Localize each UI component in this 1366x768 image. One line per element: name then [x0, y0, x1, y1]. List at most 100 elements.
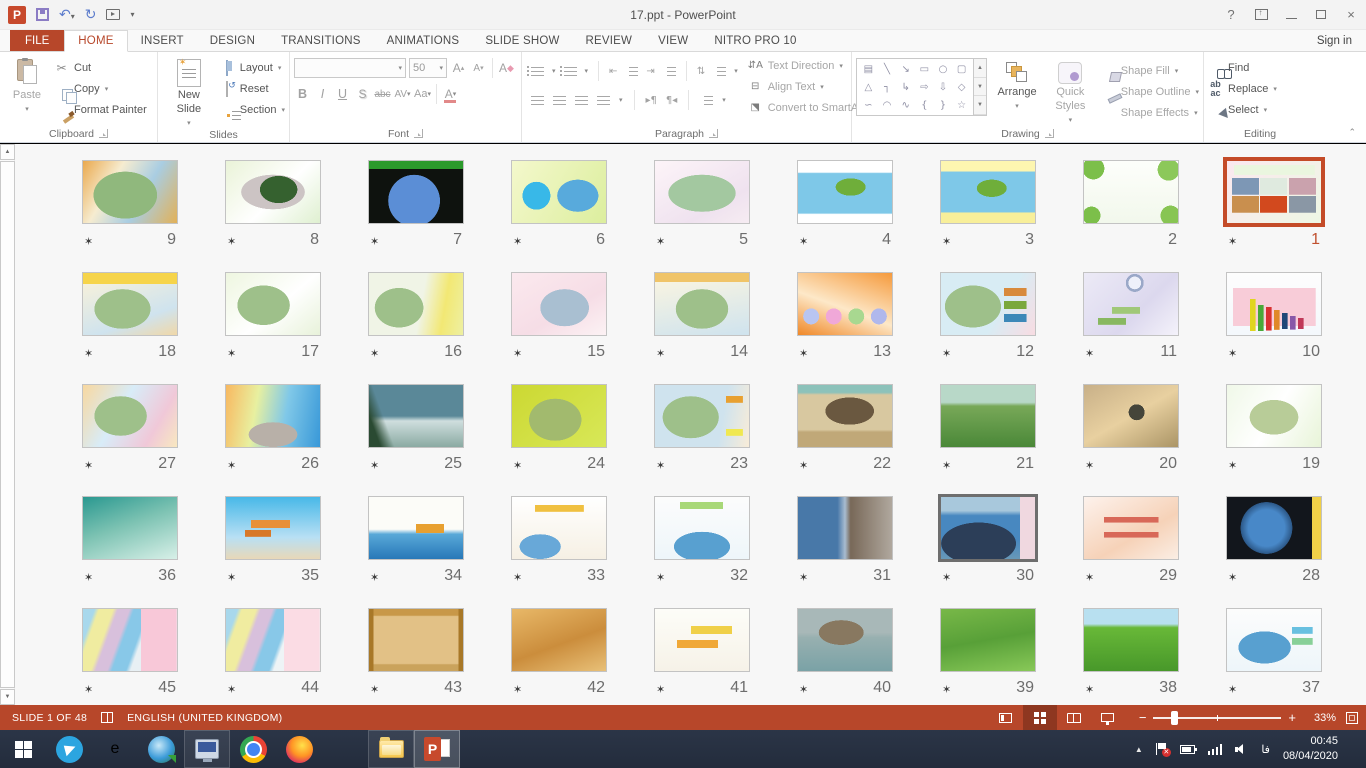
shape-option-13[interactable]: ∽	[864, 100, 872, 111]
shape-option-7[interactable]: △	[864, 82, 872, 93]
fit-to-window-icon[interactable]	[1346, 712, 1358, 724]
slide-thumbnail-34[interactable]	[368, 496, 464, 560]
align-right-icon[interactable]	[575, 95, 588, 106]
transition-star-icon[interactable]: ✶	[513, 347, 522, 360]
tab-transitions[interactable]: TRANSITIONS	[268, 30, 374, 51]
slide-thumbnail-4[interactable]	[797, 160, 893, 224]
taskbar-idm-icon[interactable]	[138, 730, 184, 768]
slide-thumbnail-27[interactable]	[82, 384, 178, 448]
vertical-scrollbar[interactable]: ▲ ▼	[0, 144, 15, 705]
slide-thumbnail-26[interactable]	[225, 384, 321, 448]
bold-button[interactable]: B	[294, 85, 311, 104]
transition-star-icon[interactable]: ✶	[227, 459, 236, 472]
battery-icon[interactable]	[1180, 745, 1195, 754]
transition-star-icon[interactable]: ✶	[370, 347, 379, 360]
taskbar-powerpoint-icon[interactable]: P	[414, 730, 460, 768]
drawing-dialog-launcher-icon[interactable]	[1045, 129, 1054, 138]
slide-thumbnail-11[interactable]	[1083, 272, 1179, 336]
underline-button[interactable]: U	[334, 85, 351, 104]
find-button[interactable]: Find	[1208, 59, 1277, 77]
transition-star-icon[interactable]: ✶	[370, 459, 379, 472]
arrange-button[interactable]: Arrange▾	[994, 58, 1040, 112]
slide-thumbnail-10[interactable]	[1226, 272, 1322, 336]
rtl-direction-icon[interactable]: ¶◂	[666, 95, 677, 106]
normal-view-button[interactable]	[989, 705, 1023, 730]
transition-star-icon[interactable]: ✶	[84, 347, 93, 360]
slide-thumbnail-31[interactable]	[797, 496, 893, 560]
zoom-level[interactable]: 33%	[1304, 712, 1336, 724]
volume-icon[interactable]	[1235, 744, 1248, 755]
font-dialog-launcher-icon[interactable]	[414, 129, 423, 138]
zoom-slider[interactable]	[1153, 717, 1281, 719]
slide-thumbnail-43[interactable]	[368, 608, 464, 672]
slide-thumbnail-44[interactable]	[225, 608, 321, 672]
transition-star-icon[interactable]: ✶	[370, 683, 379, 696]
slide-thumbnail-16[interactable]	[368, 272, 464, 336]
reset-button[interactable]: Reset	[220, 80, 285, 98]
scroll-down-icon[interactable]: ▼	[0, 689, 15, 705]
taskbar-file-explorer-icon[interactable]	[368, 730, 414, 768]
transition-star-icon[interactable]: ✶	[513, 459, 522, 472]
slide-thumbnail-13[interactable]	[797, 272, 893, 336]
shapes-gallery[interactable]: ▤╲↘▭○▢△┐↳⇨⇩◇∽◠∿{}☆	[856, 58, 974, 116]
character-spacing-button[interactable]: AV▾	[394, 85, 411, 104]
transition-star-icon[interactable]: ✶	[656, 347, 665, 360]
slide-thumbnail-42[interactable]	[511, 608, 607, 672]
slide-sorter-view-button[interactable]	[1023, 705, 1057, 730]
copy-button[interactable]: Copy▾	[54, 80, 147, 98]
slide-thumbnail-20[interactable]	[1083, 384, 1179, 448]
slide-thumbnail-37[interactable]	[1226, 608, 1322, 672]
ribbon-display-options-button[interactable]	[1246, 0, 1276, 29]
slide-thumbnail-14[interactable]	[654, 272, 750, 336]
slide-thumbnail-12[interactable]	[940, 272, 1036, 336]
columns-icon[interactable]	[700, 95, 713, 106]
shape-option-12[interactable]: ◇	[958, 82, 966, 93]
slide-thumbnail-33[interactable]	[511, 496, 607, 560]
shape-option-6[interactable]: ▢	[957, 64, 966, 75]
shape-option-1[interactable]: ▤	[864, 64, 873, 75]
transition-star-icon[interactable]: ✶	[656, 235, 665, 248]
reading-view-button[interactable]	[1057, 705, 1091, 730]
quick-styles-button[interactable]: Quick Styles▾	[1047, 58, 1094, 126]
transition-star-icon[interactable]: ✶	[1228, 347, 1237, 360]
start-button[interactable]	[0, 730, 46, 768]
shape-option-18[interactable]: ☆	[957, 100, 966, 111]
transition-star-icon[interactable]: ✶	[942, 571, 951, 584]
slide-thumbnail-8[interactable]	[225, 160, 321, 224]
taskbar-clock[interactable]: 00:45 08/04/2020	[1283, 734, 1338, 764]
taskbar-media-player-icon[interactable]	[322, 730, 368, 768]
transition-star-icon[interactable]: ✶	[942, 347, 951, 360]
input-language-indicator[interactable]: فا	[1261, 743, 1270, 756]
transition-star-icon[interactable]: ✶	[1228, 459, 1237, 472]
section-button[interactable]: Section▾	[220, 101, 285, 119]
transition-star-icon[interactable]: ✶	[227, 235, 236, 248]
tab-review[interactable]: REVIEW	[573, 30, 646, 51]
slide-thumbnail-23[interactable]	[654, 384, 750, 448]
slide-thumbnail-39[interactable]	[940, 608, 1036, 672]
font-size-combo[interactable]: 50▾	[409, 58, 447, 78]
text-shadow-button[interactable]: S	[354, 85, 371, 104]
shape-option-16[interactable]: {	[921, 100, 927, 111]
clear-formatting-button[interactable]: A◆	[498, 59, 515, 78]
taskbar-chrome-icon[interactable]	[230, 730, 276, 768]
transition-star-icon[interactable]: ✶	[227, 347, 236, 360]
transition-star-icon[interactable]: ✶	[942, 683, 951, 696]
decrease-font-size-button[interactable]: A▾	[470, 59, 487, 78]
taskbar-remote-keyboard-icon[interactable]	[184, 730, 230, 768]
shape-option-15[interactable]: ∿	[901, 100, 909, 111]
slide-thumbnail-9[interactable]	[82, 160, 178, 224]
transition-star-icon[interactable]: ✶	[513, 683, 522, 696]
restore-button[interactable]	[1306, 0, 1336, 29]
slide-thumbnail-40[interactable]	[797, 608, 893, 672]
start-slideshow-icon[interactable]	[106, 9, 120, 20]
transition-star-icon[interactable]: ✶	[1085, 683, 1094, 696]
redo-icon[interactable]: ↻	[85, 8, 97, 22]
tab-insert[interactable]: INSERT	[128, 30, 197, 51]
minimize-button[interactable]	[1276, 0, 1306, 29]
font-name-combo[interactable]: ▾	[294, 58, 406, 78]
slide-thumbnail-45[interactable]	[82, 608, 178, 672]
slide-thumbnail-7[interactable]	[368, 160, 464, 224]
cut-button[interactable]: ✂Cut	[54, 59, 147, 77]
customize-qat-icon[interactable]: ▾	[130, 10, 134, 19]
shape-fill-button[interactable]: Shape Fill▾	[1101, 62, 1199, 80]
